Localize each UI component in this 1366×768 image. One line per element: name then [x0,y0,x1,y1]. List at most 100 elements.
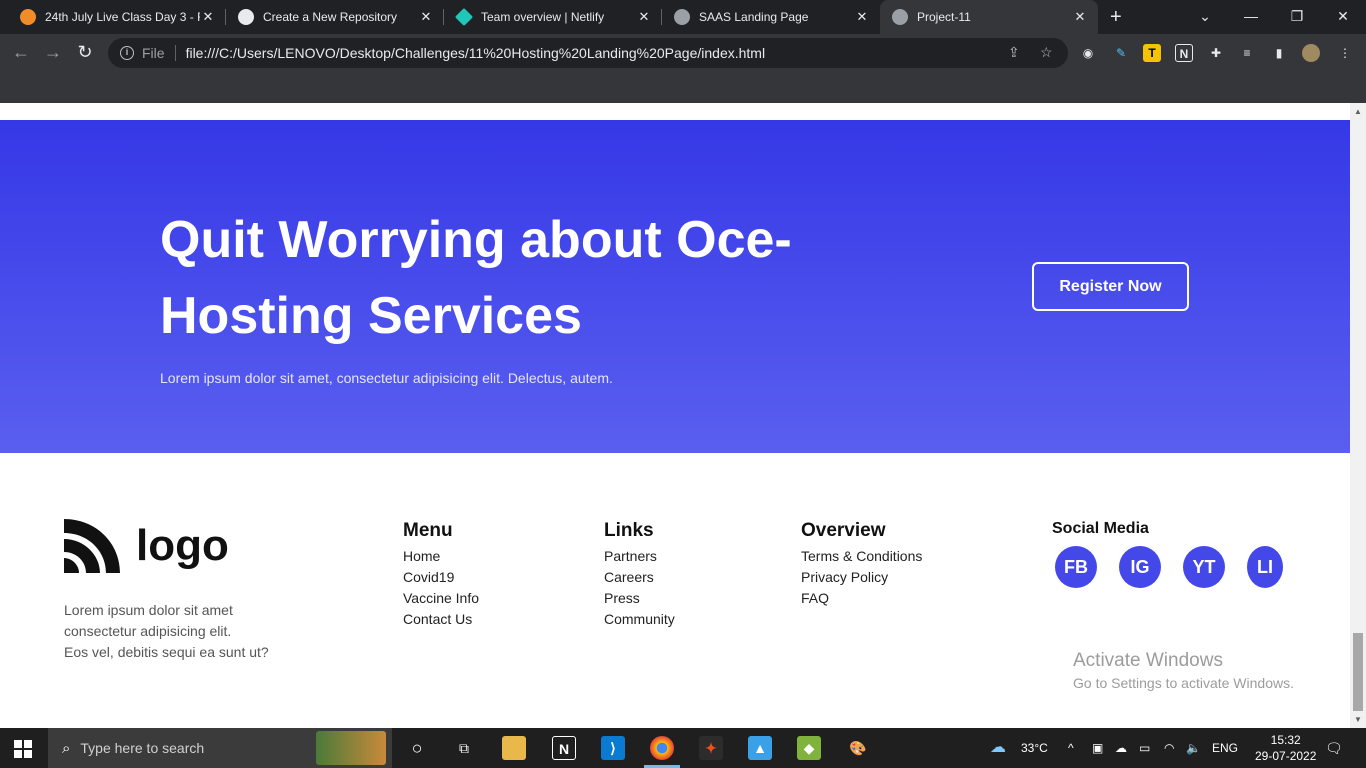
footer: logo Lorem ipsum dolor sit amet consecte… [0,453,1350,728]
photos-icon[interactable]: ▲ [748,736,772,760]
cortana-icon[interactable]: ○ [405,736,429,760]
bookmark-star-icon[interactable]: ☆ [1040,44,1053,61]
footer-link-press[interactable]: Press [604,588,675,609]
camera-icon[interactable]: ◉ [1079,44,1097,62]
tab-title: Project-11 [917,10,971,24]
footer-link-contact-us[interactable]: Contact Us [403,609,479,630]
search-placeholder: Type here to search [80,740,205,756]
github-icon [238,9,254,25]
close-icon[interactable]: ✕ [200,9,216,25]
minimize-button[interactable]: — [1228,0,1274,34]
footer-link-home[interactable]: Home [403,546,479,567]
globe-icon [674,9,690,25]
address-bar[interactable]: i File file:///C:/Users/LENOVO/Desktop/C… [108,38,1068,68]
footer-link-faq[interactable]: FAQ [801,588,922,609]
weather-icon[interactable]: ☁ [990,728,1006,768]
youtube-link[interactable]: YT [1183,546,1225,588]
notifications-icon[interactable]: 🗨 [1325,728,1343,768]
activate-windows-title: Activate Windows [1073,650,1223,671]
footer-link-privacy[interactable]: Privacy Policy [801,567,922,588]
footer-link-community[interactable]: Community [604,609,675,630]
url-text[interactable]: file:///C:/Users/LENOVO/Desktop/Challeng… [186,45,766,61]
show-hidden-icons-chevron-icon[interactable]: ^ [1068,728,1074,768]
menu-kebab-icon[interactable]: ⋮ [1336,44,1354,62]
tab-live-class[interactable]: 24th July Live Class Day 3 - Fi ✕ [8,0,226,34]
reload-button[interactable]: ↻ [74,42,96,63]
weather-temperature[interactable]: 33°C [1021,728,1048,768]
tab-title: 24th July Live Class Day 3 - Fi [45,10,200,24]
tab-search-chevron-icon[interactable]: ⌄ [1182,0,1228,34]
forward-button[interactable]: → [42,42,64,63]
social-media-heading: Social Media [1052,520,1149,537]
rss-logo-icon [64,519,120,573]
tab-title: Team overview | Netlify [481,10,605,24]
vscode-icon[interactable]: ⟩ [601,736,625,760]
info-icon[interactable]: i [120,46,134,60]
taskbar-clock[interactable]: 15:32 29-07-2022 [1255,732,1316,764]
profile-avatar[interactable] [1302,44,1320,62]
close-icon[interactable]: ✕ [418,9,434,25]
notion-icon[interactable]: N [1175,44,1193,62]
tab-title: SAAS Landing Page [699,10,809,24]
logo-text: logo [136,521,229,570]
figma-icon[interactable]: ✦ [699,736,723,760]
footer-link-covid19[interactable]: Covid19 [403,567,479,588]
tab-project-11[interactable]: Project-11 ✕ [880,0,1098,34]
hero-title: Quit Worrying about Oce-Hosting Services [160,211,792,345]
windows-start-icon[interactable] [14,740,32,758]
close-window-button[interactable]: ✕ [1320,0,1366,34]
tray-device-icon[interactable]: ▣ [1092,728,1103,768]
onedrive-icon[interactable]: ☁ [1115,728,1127,768]
wifi-icon[interactable]: ◠ [1164,728,1174,768]
about-line: consectetur adipisicing elit. [64,623,232,639]
tab-netlify[interactable]: Team overview | Netlify ✕ [444,0,662,34]
search-highlight-image [316,731,386,765]
volume-icon[interactable]: 🔈 [1186,728,1201,768]
git-icon[interactable]: ◆ [797,736,821,760]
about-line: Lorem ipsum dolor sit amet [64,602,233,618]
paint-icon[interactable]: 🎨 [846,736,870,760]
page-scrollbar[interactable]: ▲ ▼ [1350,103,1366,728]
battery-icon[interactable]: ▭ [1139,728,1150,768]
new-tab-button[interactable]: + [1110,6,1122,29]
side-panel-icon[interactable]: ▮ [1270,44,1288,62]
extensions-puzzle-icon[interactable]: ✚ [1207,44,1225,62]
footer-link-careers[interactable]: Careers [604,567,675,588]
notion-taskbar-icon[interactable]: N [552,736,576,760]
linkedin-link[interactable]: LI [1247,546,1283,588]
file-explorer-icon[interactable] [502,736,526,760]
footer-about: Lorem ipsum dolor sit amet consectetur a… [64,600,269,663]
footer-link-vaccine-info[interactable]: Vaccine Info [403,588,479,609]
tab-favicon-icon [20,9,36,25]
media-control-icon[interactable]: ≡ [1238,44,1256,62]
tab-create-repository[interactable]: Create a New Repository ✕ [226,0,444,34]
tab-saas-landing[interactable]: SAAS Landing Page ✕ [662,0,880,34]
scroll-up-icon[interactable]: ▲ [1354,107,1362,116]
search-icon: ⌕ [62,739,71,757]
footer-link-partners[interactable]: Partners [604,546,675,567]
windows-taskbar: ⌕ Type here to search ○ ⧉ N ⟩ ✦ ▲ ◆ 🎨 ☁ … [0,728,1366,768]
column-heading: Links [604,520,654,541]
tampermonkey-icon[interactable]: T [1143,44,1161,62]
footer-overview-column: Overview Terms & Conditions Privacy Poli… [801,520,922,609]
close-icon[interactable]: ✕ [636,9,652,25]
register-now-button[interactable]: Register Now [1032,262,1189,311]
scrollbar-thumb[interactable] [1353,633,1363,711]
chrome-icon[interactable] [650,736,674,760]
share-icon[interactable]: ⇪ [1008,44,1020,61]
task-view-icon[interactable]: ⧉ [452,736,476,760]
clock-time: 15:32 [1270,733,1301,747]
column-heading: Overview [801,520,886,541]
back-button[interactable]: ← [10,42,32,63]
facebook-link[interactable]: FB [1055,546,1097,588]
scroll-down-icon[interactable]: ▼ [1354,715,1362,724]
close-icon[interactable]: ✕ [854,9,870,25]
instagram-link[interactable]: IG [1119,546,1161,588]
eyedropper-icon[interactable]: ✎ [1112,44,1130,62]
language-indicator[interactable]: ENG [1212,728,1238,768]
taskbar-search-box[interactable]: ⌕ Type here to search [48,728,392,768]
close-icon[interactable]: ✕ [1072,9,1088,25]
footer-logo[interactable]: logo [64,517,229,575]
footer-link-terms[interactable]: Terms & Conditions [801,546,922,567]
maximize-button[interactable]: ❐ [1274,0,1320,34]
